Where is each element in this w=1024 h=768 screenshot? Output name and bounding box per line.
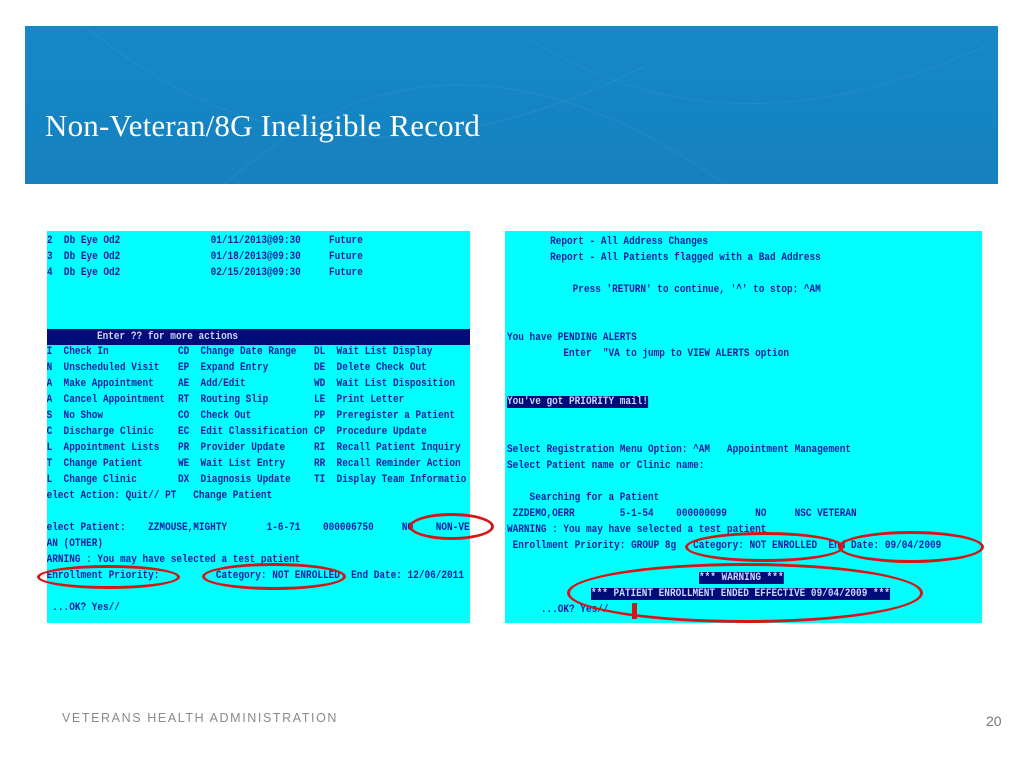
action-menu-item[interactable]: UN Unscheduled Visit	[47, 361, 159, 375]
ok-prompt[interactable]: ...OK? Yes//	[47, 601, 120, 615]
annotation-oval-enrollment-ended	[567, 563, 923, 623]
select-action-prompt[interactable]: Select Action: Quit// PT Change Patient	[47, 489, 272, 503]
report-option: Report - All Patients flagged with a Bad…	[505, 252, 821, 264]
action-menu-item[interactable]: DE Delete Check Out	[314, 361, 427, 375]
action-menu-item[interactable]: CD Change Date Range	[178, 345, 296, 359]
action-menu-item[interactable]: NS No Show	[47, 409, 103, 423]
action-menu-item[interactable]: RR Recall Reminder Action	[314, 457, 461, 471]
priority-mail-message: You've got PRIORITY mail!	[507, 396, 648, 408]
cursor-marker	[632, 603, 637, 619]
page-number: 20	[986, 713, 1002, 729]
select-patient-line[interactable]: Select Patient: ZZMOUSE,MIGHTY 1-6-71 00…	[47, 521, 470, 535]
registration-menu-prompt[interactable]: Select Registration Menu Option: ^AM App…	[507, 443, 851, 457]
action-menu-item[interactable]: PR Provider Update	[178, 441, 285, 455]
action-menu-item[interactable]: WD Wait List Disposition	[314, 377, 455, 391]
action-menu-item[interactable]: CA Cancel Appointment	[47, 393, 165, 407]
annotation-oval-enrollment-priority	[37, 565, 180, 589]
action-menu-item[interactable]: CL Change Clinic	[47, 473, 137, 487]
annotation-oval-end-date	[838, 531, 984, 563]
action-menu-item[interactable]: EP Expand Entry	[178, 361, 268, 375]
footer-organization: VETERANS HEALTH ADMINISTRATION	[62, 711, 339, 725]
action-menu-item[interactable]: CI Check In	[47, 345, 109, 359]
appointment-row: 3 Db Eye Od2 01/18/2013@09:30 Future	[47, 251, 363, 263]
pending-alerts-message: You have PENDING ALERTS	[507, 332, 637, 344]
title-banner	[25, 26, 998, 184]
appointment-row: 2 Db Eye Od2 01/11/2013@09:30 Future	[47, 235, 363, 247]
action-menu-item[interactable]: AE Add/Edit	[178, 377, 246, 391]
patient-row: ZZDEMO,OERR 5-1-54 000000099 NO NSC VETE…	[507, 508, 857, 520]
actions-bar-label: Enter ?? for more actions	[97, 331, 238, 343]
slide-title: Non-Veteran/8G Ineligible Record	[45, 108, 481, 143]
action-menu-item[interactable]: CO Check Out	[178, 409, 251, 423]
annotation-oval-non-veteran	[409, 513, 494, 540]
report-option: Report - All Address Changes	[505, 236, 709, 248]
action-menu-item[interactable]: LE Print Letter	[314, 393, 404, 407]
press-return-prompt[interactable]: Press 'RETURN' to continue, '^' to stop:…	[505, 283, 821, 297]
appointment-row: 4 Db Eye Od2 02/15/2013@09:30 Future	[47, 267, 363, 279]
annotation-oval-category	[202, 563, 346, 590]
action-menu-item[interactable]: RI Recall Patient Inquiry	[314, 441, 461, 455]
banner-texture	[84, 26, 986, 184]
action-menu-item[interactable]: MA Make Appointment	[47, 377, 154, 391]
action-menu-item[interactable]: TI Display Team Informatio	[314, 473, 466, 487]
select-patient-prompt[interactable]: Select Patient name or Clinic name:	[507, 459, 704, 473]
action-menu-item[interactable]: AL Appointment Lists	[47, 441, 159, 455]
action-menu-item[interactable]: WE Wait List Entry	[178, 457, 285, 471]
action-menu-item[interactable]: RT Routing Slip	[178, 393, 268, 407]
action-menu-item[interactable]: DX Diagnosis Update	[178, 473, 291, 487]
action-menu-item[interactable]: PT Change Patient	[47, 457, 143, 471]
patient-type-continuation: RAN (OTHER)	[47, 538, 104, 550]
action-menu-item[interactable]: DC Discharge Clinic	[47, 425, 154, 439]
annotation-oval-category	[685, 532, 844, 562]
action-menu-item[interactable]: CP Procedure Update	[314, 425, 427, 439]
action-menu-item[interactable]: DL Wait List Display	[314, 345, 432, 359]
searching-message: Searching for a Patient	[507, 492, 660, 504]
action-menu-item[interactable]: PP Preregister a Patient	[314, 409, 455, 423]
action-menu-item[interactable]: EC Edit Classification	[178, 425, 308, 439]
view-alerts-hint: Enter "VA to jump to VIEW ALERTS option	[507, 348, 789, 360]
